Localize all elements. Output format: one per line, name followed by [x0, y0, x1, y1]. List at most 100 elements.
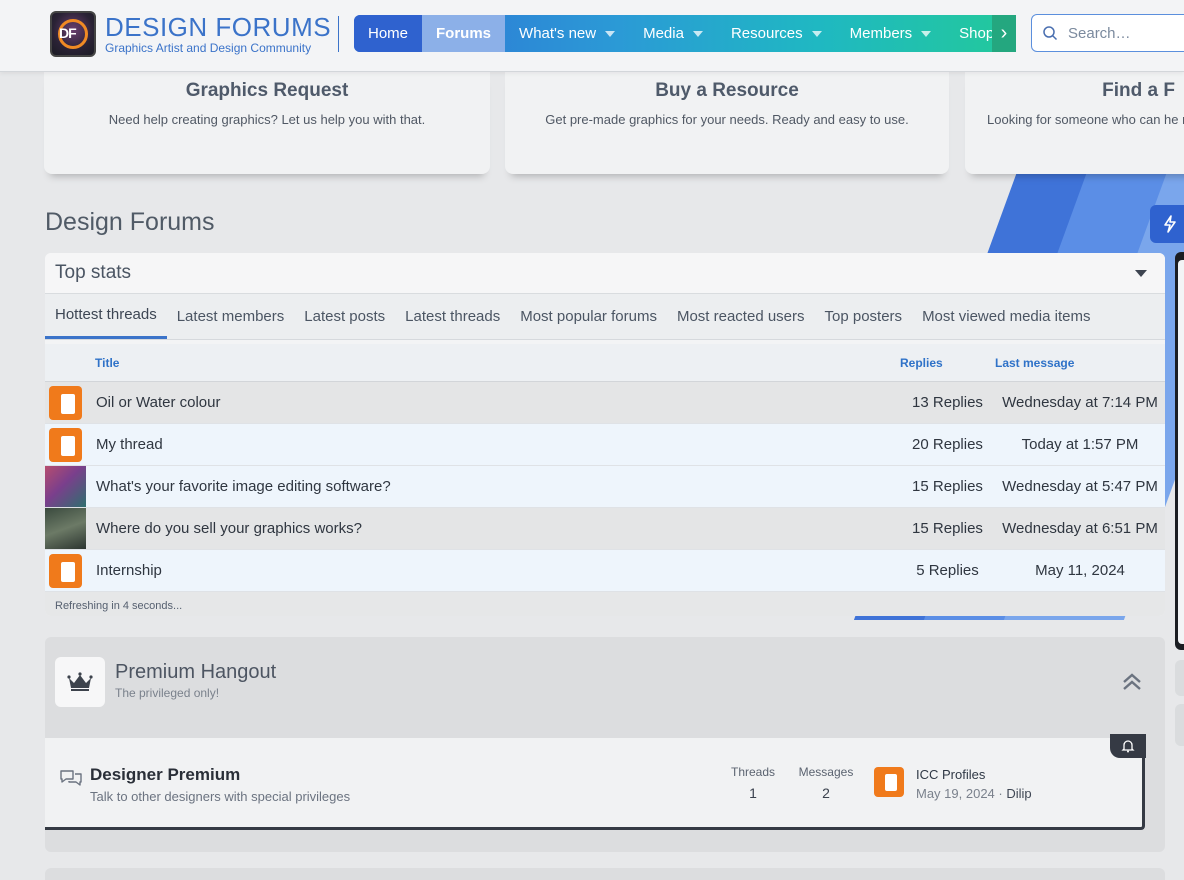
nav-forums[interactable]: Forums [422, 15, 506, 52]
site-header: DF DESIGN FORUMS Graphics Artist and Des… [0, 0, 1184, 72]
nav-whats-new-label: What's new [519, 25, 597, 42]
premium-hangout-section: Premium Hangout The privileged only! Des… [45, 637, 1165, 852]
nav-whats-new[interactable]: What's new [505, 15, 629, 52]
reply-count: 13 Replies [912, 394, 983, 411]
collapse-up-icon[interactable] [1121, 671, 1143, 698]
search-input[interactable]: Search… [1031, 14, 1184, 52]
reply-count: 5 Replies [916, 562, 979, 579]
chevron-down-icon[interactable] [811, 30, 822, 37]
thread-title[interactable]: Internship [86, 562, 900, 579]
site-logo[interactable]: DF [50, 11, 96, 57]
side-tab[interactable] [1175, 660, 1184, 696]
messages-label: Messages [798, 765, 854, 779]
side-tab[interactable] [1175, 704, 1184, 746]
tab-most-popular-forums[interactable]: Most popular forums [510, 293, 667, 339]
nav-scroll-right-icon[interactable]: › [992, 15, 1016, 52]
site-subtitle: Graphics Artist and Design Community [105, 41, 312, 55]
avatar[interactable] [45, 550, 86, 591]
column-title[interactable]: Title [45, 356, 900, 370]
card-desc: Need help creating graphics? Let us help… [108, 112, 426, 127]
card-find[interactable]: Find a F Looking for someone who can he … [965, 72, 1184, 174]
avatar[interactable] [45, 382, 86, 423]
table-row[interactable]: Where do you sell your graphics works? 1… [45, 508, 1165, 550]
chevron-down-icon[interactable] [921, 30, 932, 37]
forum-node[interactable]: Designer Premium Talk to other designers… [45, 734, 1146, 830]
column-replies[interactable]: Replies [900, 356, 995, 370]
card-desc: Get pre-made graphics for your needs. Re… [545, 112, 909, 127]
tab-latest-members[interactable]: Latest members [167, 293, 295, 339]
table-row[interactable]: My thread 20 Replies Today at 1:57 PM [45, 424, 1165, 466]
category-title[interactable]: Premium Hangout [115, 661, 276, 684]
table-header: Title Replies Last message [45, 344, 1165, 382]
forum-description: Talk to other designers with special pri… [90, 789, 351, 804]
last-message-date[interactable]: Today at 1:57 PM [995, 436, 1165, 453]
reply-count: 20 Replies [912, 436, 983, 453]
table-row[interactable]: Oil or Water colour 13 Replies Wednesday… [45, 382, 1165, 424]
last-message-date[interactable]: May 11, 2024 [995, 562, 1165, 579]
last-message-date[interactable]: Wednesday at 6:51 PM [995, 520, 1165, 537]
top-stats-widget: Top stats Hottest threads Latest members… [45, 253, 1165, 616]
tab-latest-posts[interactable]: Latest posts [294, 293, 395, 339]
search-icon [1043, 26, 1058, 41]
nav-home[interactable]: Home [354, 15, 423, 52]
nav-media-label: Media [643, 25, 684, 42]
category-subtitle: The privileged only! [115, 686, 220, 700]
nav-forums-label: Forums [436, 25, 492, 42]
card-desc: Looking for someone who can he righ [987, 112, 1184, 127]
next-category-strip [45, 868, 1165, 880]
reply-count: 15 Replies [912, 478, 983, 495]
top-stats-tabs: Hottest threads Latest members Latest po… [45, 294, 1165, 340]
last-post-date[interactable]: May 19, 2024 [916, 786, 995, 801]
meta-separator: · [994, 786, 1007, 801]
collapse-toggle-icon[interactable] [1135, 270, 1147, 277]
top-stats-header[interactable]: Top stats [45, 253, 1165, 294]
reply-count: 15 Replies [912, 520, 983, 537]
thread-title[interactable]: Oil or Water colour [86, 394, 900, 411]
card-buy-resource[interactable]: Buy a Resource Get pre-made graphics for… [505, 72, 949, 174]
column-last-message[interactable]: Last message [995, 356, 1165, 370]
tab-most-viewed-media[interactable]: Most viewed media items [912, 293, 1100, 339]
nav-resources-label: Resources [730, 25, 803, 42]
card-title: Graphics Request [185, 80, 349, 101]
thread-title[interactable]: Where do you sell your graphics works? [86, 520, 900, 537]
thread-title[interactable]: My thread [86, 436, 900, 453]
card-graphics-request[interactable]: Graphics Request Need help creating grap… [44, 72, 490, 174]
nav-members[interactable]: Members [836, 15, 946, 52]
table-row[interactable]: Internship 5 Replies May 11, 2024 [45, 550, 1165, 592]
nav-media[interactable]: Media [629, 15, 717, 52]
card-title: Find a F [1102, 80, 1175, 101]
top-stats-title: Top stats [55, 262, 132, 283]
chevron-down-icon[interactable] [692, 30, 703, 37]
nav-resources[interactable]: Resources [717, 15, 836, 52]
avatar[interactable] [45, 508, 86, 549]
threads-count: 1 [749, 785, 757, 801]
bell-icon[interactable] [1110, 734, 1146, 758]
forum-title[interactable]: Designer Premium [90, 765, 240, 785]
refresh-status: Refreshing in 4 seconds... [45, 592, 1165, 616]
tab-hottest-threads[interactable]: Hottest threads [45, 293, 167, 339]
last-message-date[interactable]: Wednesday at 7:14 PM [995, 394, 1165, 411]
messages-stat: Messages 2 [796, 765, 856, 801]
threads-label: Threads [730, 765, 776, 779]
nav-home-label: Home [368, 25, 409, 42]
tab-latest-threads[interactable]: Latest threads [395, 293, 510, 339]
messages-count: 2 [822, 785, 830, 801]
nav-shop-label: Shop [959, 25, 995, 42]
avatar[interactable] [45, 466, 86, 507]
site-title[interactable]: DESIGN FORUMS [105, 12, 331, 43]
table-row[interactable]: What's your favorite image editing softw… [45, 466, 1165, 508]
avatar[interactable] [874, 767, 904, 797]
header-divider [338, 16, 339, 52]
tab-top-posters[interactable]: Top posters [815, 293, 913, 339]
thread-title[interactable]: What's your favorite image editing softw… [86, 478, 900, 495]
last-post-user[interactable]: Dilip [1006, 786, 1031, 801]
last-message-date[interactable]: Wednesday at 5:47 PM [995, 478, 1165, 495]
avatar[interactable] [45, 424, 86, 465]
main-nav: Home Forums What's new Media Resources M… [354, 15, 1016, 52]
card-title: Buy a Resource [655, 80, 799, 101]
tab-most-reacted-users[interactable]: Most reacted users [667, 293, 815, 339]
chevron-down-icon[interactable] [605, 30, 616, 37]
last-post-title[interactable]: ICC Profiles [916, 767, 985, 782]
logo-letters: DF [59, 25, 77, 41]
lightning-icon[interactable] [1150, 205, 1184, 243]
